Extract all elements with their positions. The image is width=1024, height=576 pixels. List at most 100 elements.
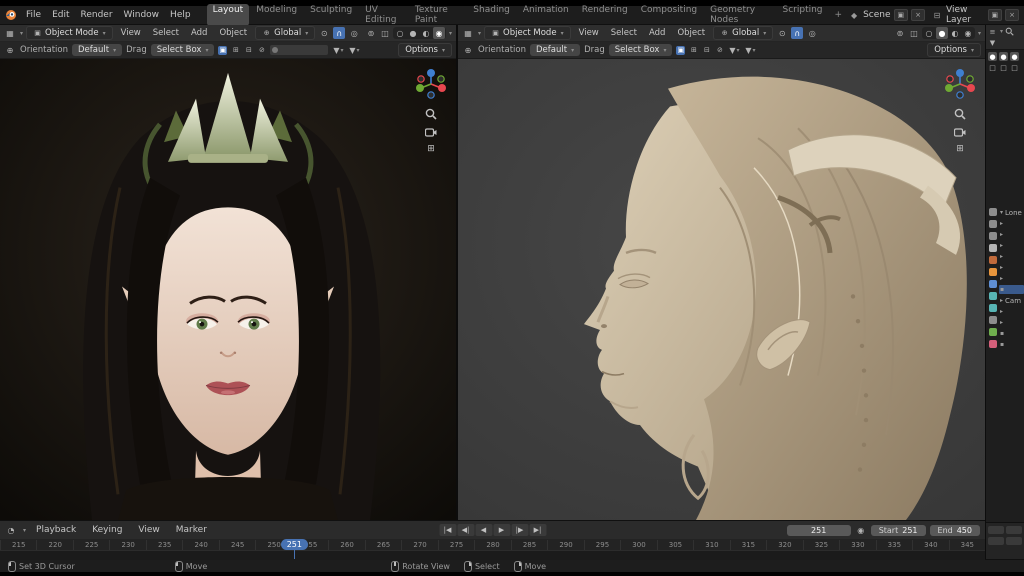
grid-ortho-icon[interactable]: ⊞	[956, 144, 964, 154]
outliner-row[interactable]: ▸	[999, 252, 1024, 261]
select-subtract-icon[interactable]: ⊟	[702, 46, 711, 55]
timeline-menu-item[interactable]: Playback	[31, 524, 81, 536]
properties-tab-icon[interactable]	[988, 292, 997, 300]
footer-field[interactable]	[1006, 537, 1022, 545]
app-menu-item[interactable]: Help	[165, 9, 196, 21]
orientation-dropdown[interactable]: ⊕ Global ▾	[255, 26, 316, 40]
shading-material-icon[interactable]: ◐	[949, 27, 961, 39]
frame-end-field[interactable]: End 450	[929, 524, 980, 536]
footer-field[interactable]	[988, 526, 1004, 534]
outliner-row[interactable]: ▸ Cam	[999, 296, 1024, 305]
auto-keying-icon[interactable]: ◉	[855, 524, 867, 536]
overlays-icon[interactable]: ⊚	[365, 27, 377, 39]
filter-visibility-icon[interactable]: ●	[999, 52, 1008, 61]
add-workspace-button[interactable]: +	[830, 9, 848, 21]
close-scene-button[interactable]: ×	[911, 9, 926, 21]
orientation-preset-dropdown[interactable]: Default ▾	[530, 44, 581, 56]
workspace-tab[interactable]: Shading	[467, 4, 516, 26]
orientation-preset-dropdown[interactable]: Default ▾	[72, 44, 123, 56]
overlays-icon[interactable]: ⊚	[894, 27, 906, 39]
timeline-menu-item[interactable]: View	[133, 524, 164, 536]
outliner-display-mode-icon[interactable]: ≡	[988, 27, 997, 36]
select-mode-dropdown[interactable]: Select Box ▾	[150, 44, 215, 56]
filter-icon[interactable]: ▼	[988, 38, 997, 47]
viewport-menu-item[interactable]: Select	[148, 27, 184, 39]
snap-magnet-icon[interactable]: ∩	[333, 27, 346, 39]
new-view-layer-button[interactable]: ▣	[987, 9, 1003, 21]
properties-tab-icon[interactable]	[988, 244, 997, 252]
filter-selectable-icon[interactable]: ●	[1010, 52, 1019, 61]
playback-button[interactable]: ◀|	[457, 524, 474, 536]
filter-render-icon[interactable]: □	[988, 63, 997, 72]
playback-button[interactable]: |▶	[511, 524, 528, 536]
app-menu-item[interactable]: Window	[119, 9, 165, 21]
workspace-tab[interactable]: Sculpting	[304, 4, 358, 26]
axis-navigator-gizmo[interactable]	[414, 67, 448, 101]
mode-dropdown[interactable]: ▣ Object Mode ▾	[26, 26, 113, 40]
select-extend-icon[interactable]: ⊞	[231, 46, 240, 55]
snap-magnet-icon[interactable]: ∩	[791, 27, 804, 39]
select-mode-dropdown[interactable]: Select Box ▾	[608, 44, 673, 56]
playback-button[interactable]: ▶	[493, 524, 510, 536]
playback-button[interactable]: ▶|	[529, 524, 546, 536]
filter-holdout-icon[interactable]: □	[999, 63, 1008, 72]
workspace-tab[interactable]: Compositing	[635, 4, 703, 26]
select-extend-icon[interactable]: ⊞	[689, 46, 698, 55]
options-dropdown[interactable]: Options ▾	[398, 43, 452, 57]
pivot-point-icon[interactable]: ⊙	[318, 27, 330, 39]
shading-solid-icon[interactable]: ●	[935, 27, 948, 39]
workspace-tab[interactable]: Layout	[206, 4, 250, 26]
camera-view-icon[interactable]	[425, 127, 437, 137]
properties-tab-icon[interactable]	[988, 256, 997, 264]
select-new-icon[interactable]: ▣	[676, 45, 686, 55]
properties-tab-icon[interactable]	[988, 340, 997, 348]
shading-wireframe-icon[interactable]: ○	[394, 27, 406, 39]
select-intersect-icon[interactable]: ⊘	[257, 46, 266, 55]
workspace-tab[interactable]: UV Editing	[359, 4, 408, 26]
outliner-row[interactable]: ▪	[999, 329, 1024, 338]
properties-tab-icon[interactable]	[988, 232, 997, 240]
viewport-menu-item[interactable]: View	[574, 27, 604, 39]
timeline-menu-item[interactable]: Keying	[87, 524, 127, 536]
workspace-tab[interactable]: Rendering	[576, 4, 634, 26]
outliner-row[interactable]: ▪	[999, 285, 1024, 294]
filter-dropdown-icon[interactable]: ▼ ▾	[332, 44, 344, 56]
outliner-row[interactable]: ▸	[999, 230, 1024, 239]
shading-wireframe-icon[interactable]: ○	[923, 27, 935, 39]
tool-slider[interactable]	[270, 45, 329, 55]
cursor-tool-icon[interactable]: ⊕	[462, 44, 474, 56]
select-intersect-icon[interactable]: ⊘	[715, 46, 724, 55]
zoom-icon[interactable]	[954, 108, 966, 120]
playback-button[interactable]: ◀	[475, 524, 492, 536]
viewport-menu-item[interactable]: Add	[644, 27, 670, 39]
shading-solid-icon[interactable]: ●	[407, 27, 419, 39]
properties-tab-icon[interactable]	[988, 328, 997, 336]
close-view-layer-button[interactable]: ×	[1005, 9, 1019, 21]
frame-start-field[interactable]: Start 251	[870, 524, 926, 536]
footer-field[interactable]	[988, 537, 1004, 545]
viewport-right-canvas[interactable]: ⊞	[458, 59, 985, 520]
outliner-row[interactable]: ▸	[999, 307, 1024, 316]
search-icon[interactable]	[1005, 27, 1014, 36]
xray-icon[interactable]: ◫	[908, 27, 920, 39]
select-new-icon[interactable]: ▣	[218, 45, 228, 55]
app-menu-item[interactable]: Render	[76, 9, 118, 21]
scene-selector[interactable]: ◆ Scene ▣ ×	[848, 9, 926, 21]
current-frame-field[interactable]: 251	[786, 524, 851, 536]
view-layer-selector[interactable]: ⊟ View Layer ▣ ×	[931, 5, 1019, 25]
mode-dropdown[interactable]: ▣ Object Mode ▾	[484, 26, 571, 40]
properties-tab-icon[interactable]	[988, 208, 997, 216]
timeline-menu-item[interactable]: Marker	[171, 524, 212, 536]
viewport-menu-item[interactable]: Object	[672, 27, 710, 39]
properties-tab-icon[interactable]	[988, 220, 997, 228]
shading-material-icon[interactable]: ◐	[420, 27, 432, 39]
properties-tab-icon[interactable]	[988, 316, 997, 324]
outliner-row[interactable]: ▸	[999, 318, 1024, 327]
proportional-editing-icon[interactable]: ◎	[806, 27, 818, 39]
workspace-tab[interactable]: Scripting	[777, 4, 829, 26]
workspace-tab[interactable]: Geometry Nodes	[704, 4, 775, 26]
properties-tab-icon[interactable]	[988, 280, 997, 288]
outliner-row[interactable]: ▸	[999, 263, 1024, 272]
editor-type-icon[interactable]: ◔	[5, 524, 17, 536]
viewport-menu-item[interactable]: View	[116, 27, 146, 39]
